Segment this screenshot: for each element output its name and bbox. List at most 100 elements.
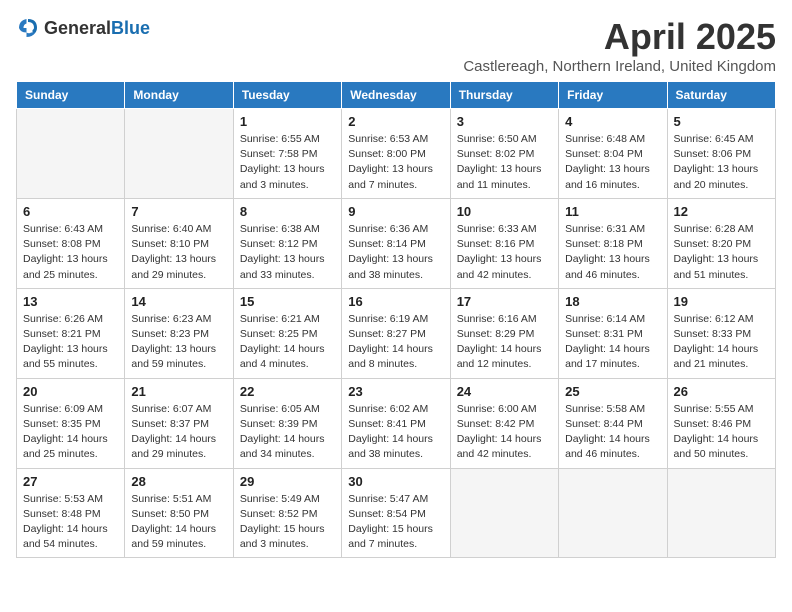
day-detail: Sunrise: 5:47 AM Sunset: 8:54 PM Dayligh… [348, 492, 443, 553]
calendar-cell: 16Sunrise: 6:19 AM Sunset: 8:27 PM Dayli… [342, 288, 450, 378]
weekday-header-saturday: Saturday [667, 82, 775, 109]
calendar-week-row: 1 Sunrise: 6:55 AM Sunset: 7:58 PM Daylig… [17, 109, 776, 199]
day-detail: Sunrise: 6:23 AM Sunset: 8:23 PM Dayligh… [131, 312, 226, 373]
title-area: April 2025 Castlereagh, Northern Ireland… [463, 16, 776, 75]
day-detail: Sunrise: 6:02 AM Sunset: 8:41 PM Dayligh… [348, 402, 443, 463]
day-number: 16 [348, 294, 443, 309]
logo-general-text: General [44, 18, 111, 38]
calendar-cell: 20 Sunrise: 6:09 AM Sunset: 8:35 PM Dayli… [17, 378, 125, 468]
weekday-header-wednesday: Wednesday [342, 82, 450, 109]
day-number: 12 [674, 204, 769, 219]
calendar-cell: 9Sunrise: 6:36 AM Sunset: 8:14 PM Daylig… [342, 198, 450, 288]
day-number: 15 [240, 294, 335, 309]
day-number: 4 [565, 114, 660, 129]
day-detail: Sunrise: 6:12 AM Sunset: 8:33 PM Dayligh… [674, 312, 769, 373]
calendar-week-row: 13 Sunrise: 6:26 AM Sunset: 8:21 PM Dayli… [17, 288, 776, 378]
day-number: 6 [23, 204, 118, 219]
calendar-week-row: 20 Sunrise: 6:09 AM Sunset: 8:35 PM Dayli… [17, 378, 776, 468]
calendar-cell: 12 Sunrise: 6:28 AM Sunset: 8:20 PM Dayli… [667, 198, 775, 288]
logo-blue-text: Blue [111, 18, 150, 38]
day-number: 14 [131, 294, 226, 309]
month-title: April 2025 [463, 16, 776, 58]
calendar-cell: 21Sunrise: 6:07 AM Sunset: 8:37 PM Dayli… [125, 378, 233, 468]
day-detail: Sunrise: 6:50 AM Sunset: 8:02 PM Dayligh… [457, 132, 552, 193]
calendar-cell [667, 468, 775, 558]
day-number: 24 [457, 384, 552, 399]
calendar-cell: 28 Sunrise: 5:51 AM Sunset: 8:50 PM Dayli… [125, 468, 233, 558]
weekday-header-row: SundayMondayTuesdayWednesdayThursdayFrid… [17, 82, 776, 109]
day-detail: Sunrise: 6:26 AM Sunset: 8:21 PM Dayligh… [23, 312, 118, 373]
day-number: 13 [23, 294, 118, 309]
weekday-header-monday: Monday [125, 82, 233, 109]
day-detail: Sunrise: 6:14 AM Sunset: 8:31 PM Dayligh… [565, 312, 660, 373]
day-detail: Sunrise: 6:45 AM Sunset: 8:06 PM Dayligh… [674, 132, 769, 193]
calendar-cell [17, 109, 125, 199]
day-number: 10 [457, 204, 552, 219]
day-detail: Sunrise: 6:43 AM Sunset: 8:08 PM Dayligh… [23, 222, 118, 283]
day-detail: Sunrise: 6:40 AM Sunset: 8:10 PM Dayligh… [131, 222, 226, 283]
day-detail: Sunrise: 6:16 AM Sunset: 8:29 PM Dayligh… [457, 312, 552, 373]
day-number: 26 [674, 384, 769, 399]
calendar-cell: 23Sunrise: 6:02 AM Sunset: 8:41 PM Dayli… [342, 378, 450, 468]
logo-icon [16, 16, 40, 40]
calendar-cell: 22Sunrise: 6:05 AM Sunset: 8:39 PM Dayli… [233, 378, 341, 468]
day-number: 7 [131, 204, 226, 219]
calendar-cell: 26Sunrise: 5:55 AM Sunset: 8:46 PM Dayli… [667, 378, 775, 468]
calendar-cell: 6 Sunrise: 6:43 AM Sunset: 8:08 PM Daylig… [17, 198, 125, 288]
weekday-header-thursday: Thursday [450, 82, 558, 109]
day-number: 1 [240, 114, 335, 129]
day-detail: Sunrise: 6:53 AM Sunset: 8:00 PM Dayligh… [348, 132, 443, 193]
day-number: 30 [348, 474, 443, 489]
day-detail: Sunrise: 6:33 AM Sunset: 8:16 PM Dayligh… [457, 222, 552, 283]
day-detail: Sunrise: 6:36 AM Sunset: 8:14 PM Dayligh… [348, 222, 443, 283]
calendar-cell: 7 Sunrise: 6:40 AM Sunset: 8:10 PM Daylig… [125, 198, 233, 288]
day-detail: Sunrise: 6:31 AM Sunset: 8:18 PM Dayligh… [565, 222, 660, 283]
day-detail: Sunrise: 6:28 AM Sunset: 8:20 PM Dayligh… [674, 222, 769, 283]
day-detail: Sunrise: 6:00 AM Sunset: 8:42 PM Dayligh… [457, 402, 552, 463]
calendar-cell: 18 Sunrise: 6:14 AM Sunset: 8:31 PM Dayli… [559, 288, 667, 378]
calendar-cell: 2Sunrise: 6:53 AM Sunset: 8:00 PM Daylig… [342, 109, 450, 199]
day-number: 29 [240, 474, 335, 489]
weekday-header-friday: Friday [559, 82, 667, 109]
day-detail: Sunrise: 6:09 AM Sunset: 8:35 PM Dayligh… [23, 402, 118, 463]
location-subtitle: Castlereagh, Northern Ireland, United Ki… [463, 58, 776, 75]
day-detail: Sunrise: 6:21 AM Sunset: 8:25 PM Dayligh… [240, 312, 335, 373]
day-number: 17 [457, 294, 552, 309]
day-number: 28 [131, 474, 226, 489]
day-number: 19 [674, 294, 769, 309]
day-detail: Sunrise: 6:48 AM Sunset: 8:04 PM Dayligh… [565, 132, 660, 193]
calendar-cell: 4 Sunrise: 6:48 AM Sunset: 8:04 PM Daylig… [559, 109, 667, 199]
calendar-cell: 10 Sunrise: 6:33 AM Sunset: 8:16 PM Dayli… [450, 198, 558, 288]
logo: GeneralBlue [16, 16, 150, 40]
day-number: 11 [565, 204, 660, 219]
calendar-cell: 29Sunrise: 5:49 AM Sunset: 8:52 PM Dayli… [233, 468, 341, 558]
calendar-cell: 25Sunrise: 5:58 AM Sunset: 8:44 PM Dayli… [559, 378, 667, 468]
day-number: 8 [240, 204, 335, 219]
day-detail: Sunrise: 6:55 AM Sunset: 7:58 PM Dayligh… [240, 132, 335, 193]
header: GeneralBlue April 2025 Castlereagh, Nort… [16, 16, 776, 75]
day-detail: Sunrise: 6:38 AM Sunset: 8:12 PM Dayligh… [240, 222, 335, 283]
calendar-cell [450, 468, 558, 558]
calendar-cell: 24 Sunrise: 6:00 AM Sunset: 8:42 PM Dayli… [450, 378, 558, 468]
weekday-header-sunday: Sunday [17, 82, 125, 109]
calendar-cell: 27 Sunrise: 5:53 AM Sunset: 8:48 PM Dayli… [17, 468, 125, 558]
day-detail: Sunrise: 6:05 AM Sunset: 8:39 PM Dayligh… [240, 402, 335, 463]
day-detail: Sunrise: 5:53 AM Sunset: 8:48 PM Dayligh… [23, 492, 118, 553]
weekday-header-tuesday: Tuesday [233, 82, 341, 109]
calendar-cell: 11 Sunrise: 6:31 AM Sunset: 8:18 PM Dayli… [559, 198, 667, 288]
calendar-cell: 5 Sunrise: 6:45 AM Sunset: 8:06 PM Daylig… [667, 109, 775, 199]
calendar-week-row: 6 Sunrise: 6:43 AM Sunset: 8:08 PM Daylig… [17, 198, 776, 288]
day-detail: Sunrise: 6:07 AM Sunset: 8:37 PM Dayligh… [131, 402, 226, 463]
day-number: 27 [23, 474, 118, 489]
day-number: 18 [565, 294, 660, 309]
calendar-cell: 17 Sunrise: 6:16 AM Sunset: 8:29 PM Dayli… [450, 288, 558, 378]
calendar-cell: 13 Sunrise: 6:26 AM Sunset: 8:21 PM Dayli… [17, 288, 125, 378]
day-number: 5 [674, 114, 769, 129]
calendar-cell: 14 Sunrise: 6:23 AM Sunset: 8:23 PM Dayli… [125, 288, 233, 378]
calendar-cell: 15 Sunrise: 6:21 AM Sunset: 8:25 PM Dayli… [233, 288, 341, 378]
day-number: 3 [457, 114, 552, 129]
day-detail: Sunrise: 5:51 AM Sunset: 8:50 PM Dayligh… [131, 492, 226, 553]
calendar-table: SundayMondayTuesdayWednesdayThursdayFrid… [16, 81, 776, 558]
day-number: 20 [23, 384, 118, 399]
calendar-body: 1 Sunrise: 6:55 AM Sunset: 7:58 PM Daylig… [17, 109, 776, 558]
